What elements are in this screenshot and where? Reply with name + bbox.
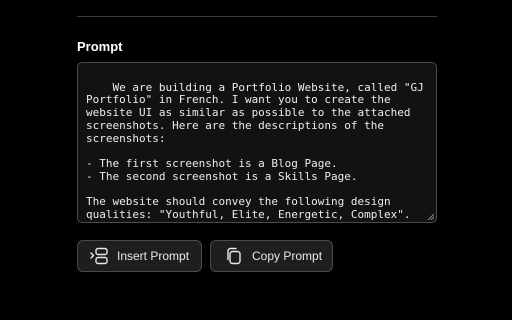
prompt-textarea[interactable]: We are building a Portfolio Website, cal… <box>77 62 437 223</box>
prompt-heading: Prompt <box>77 39 123 54</box>
top-divider <box>77 16 437 17</box>
resize-handle-icon[interactable] <box>427 213 434 220</box>
copy-icon <box>224 246 244 266</box>
insert-icon <box>89 246 109 266</box>
copy-prompt-button[interactable]: Copy Prompt <box>210 240 333 272</box>
prompt-panel: Prompt We are building a Portfolio Websi… <box>0 0 512 320</box>
insert-prompt-button[interactable]: Insert Prompt <box>77 240 202 272</box>
insert-prompt-label: Insert Prompt <box>117 249 190 263</box>
copy-prompt-label: Copy Prompt <box>252 249 323 263</box>
prompt-text: We are building a Portfolio Website, cal… <box>86 80 424 221</box>
